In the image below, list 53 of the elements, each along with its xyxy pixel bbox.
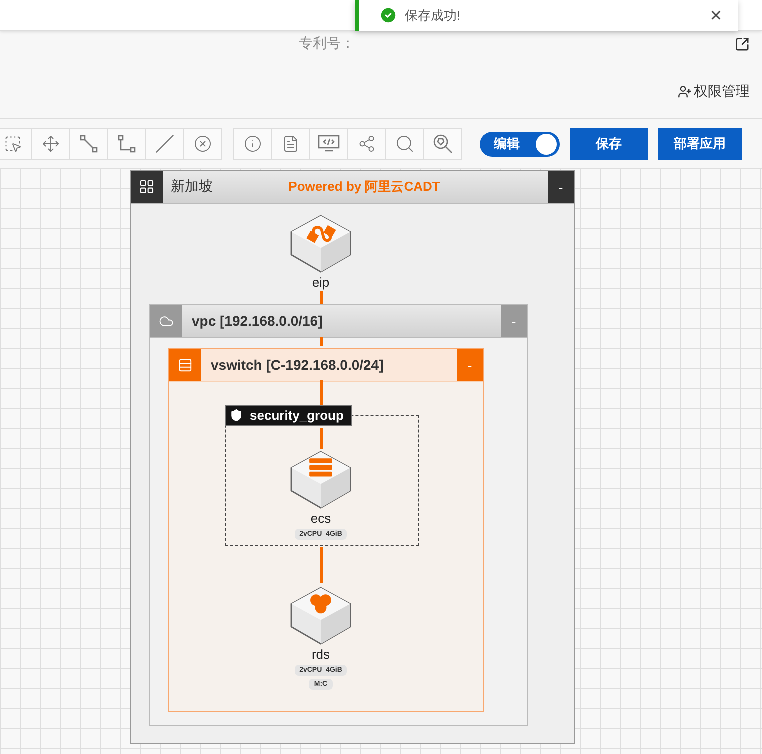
collapse-button[interactable]: - <box>548 171 574 203</box>
deploy-button[interactable]: 部署应用 <box>658 128 742 160</box>
delete-tool[interactable] <box>183 128 222 160</box>
toast-message: 保存成功! <box>405 6 461 24</box>
elbow-connector-icon <box>118 135 136 153</box>
node-label: rds <box>312 647 330 662</box>
line-icon <box>154 134 174 154</box>
search-icon <box>394 134 414 154</box>
user-add-icon <box>678 85 692 99</box>
document-tool[interactable] <box>271 128 310 160</box>
document-icon <box>282 135 300 153</box>
connector-line <box>320 547 323 583</box>
close-button[interactable]: × <box>710 6 722 26</box>
security-group-label: security_group <box>225 405 352 426</box>
list-icon <box>178 358 192 372</box>
edit-toggle[interactable]: 编辑 <box>480 132 560 156</box>
move-icon <box>42 135 60 153</box>
check-icon <box>379 6 398 25</box>
shield-icon <box>230 409 243 422</box>
code-monitor-tool[interactable] <box>309 128 348 160</box>
cube-cluster-icon <box>290 587 352 646</box>
move-tool[interactable] <box>31 128 70 160</box>
region-title: 新加坡 <box>171 178 213 196</box>
grid-icon <box>139 179 155 195</box>
info-tool[interactable] <box>233 128 272 160</box>
cube-plug-icon <box>290 215 352 274</box>
vpc-title: vpc [192.168.0.0/16] <box>192 313 323 329</box>
search-tag-tool[interactable] <box>423 128 462 160</box>
select-tool[interactable] <box>0 128 32 160</box>
connector-tool[interactable] <box>69 128 108 160</box>
cube-server-icon <box>290 451 352 510</box>
save-button[interactable]: 保存 <box>570 128 648 160</box>
code-monitor-icon <box>318 135 340 153</box>
line-tool[interactable] <box>145 128 184 160</box>
node-label: ecs <box>310 511 332 526</box>
connector-icon <box>80 135 98 153</box>
share-tool[interactable] <box>347 128 386 160</box>
search-tool[interactable] <box>385 128 424 160</box>
info-icon <box>244 135 262 153</box>
external-link-icon[interactable] <box>735 36 750 52</box>
connector-line <box>320 428 323 449</box>
elbow-connector-tool[interactable] <box>107 128 146 160</box>
select-icon <box>4 135 22 153</box>
delete-icon <box>194 135 212 153</box>
patent-label: 专利号： <box>299 35 355 53</box>
share-icon <box>358 135 376 153</box>
permission-link[interactable]: 权限管理 <box>678 83 750 101</box>
search-tag-icon <box>432 134 452 154</box>
connector-line <box>320 380 323 405</box>
node-label: eip <box>312 275 330 290</box>
cloud-icon <box>158 314 174 328</box>
powered-by-text: Powered by 阿里云CADT <box>288 178 440 196</box>
vswitch-title: vswitch [C-192.168.0.0/24] <box>211 357 384 373</box>
